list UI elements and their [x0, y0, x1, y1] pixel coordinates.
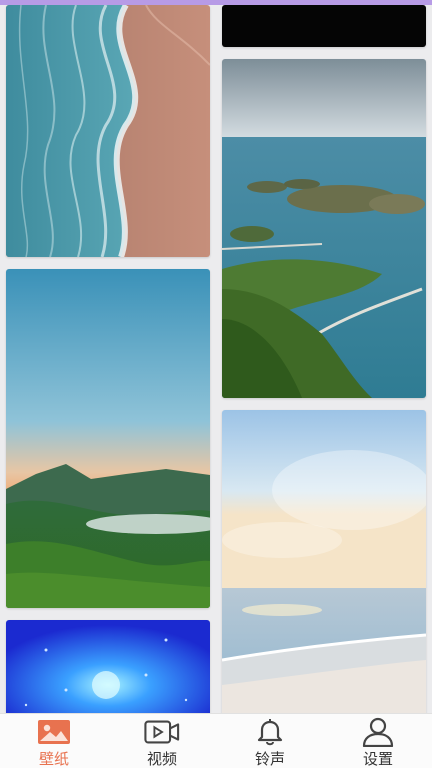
wallpaper-app: 壁纸 视频 铃声 设置 — [0, 0, 432, 768]
tab-ringtone[interactable]: 铃声 — [216, 714, 324, 768]
tab-video-label: 视频 — [146, 750, 177, 768]
tab-settings-label: 设置 — [362, 750, 393, 768]
wallpaper-card-mountain[interactable] — [6, 269, 210, 608]
beach-wallpaper-image — [6, 5, 210, 257]
tab-ringtone-label: 铃声 — [254, 750, 285, 768]
bell-icon — [252, 717, 288, 747]
tab-video[interactable]: 视频 — [108, 714, 216, 768]
bottom-tab-bar: 壁纸 视频 铃声 设置 — [0, 713, 432, 768]
tab-wallpaper[interactable]: 壁纸 — [0, 714, 108, 768]
particles-wallpaper-image — [6, 620, 210, 713]
image-icon — [36, 717, 72, 747]
mountain-wallpaper-image — [6, 269, 210, 608]
wallpaper-card-beach[interactable] — [6, 5, 210, 257]
seashore-wallpaper-image — [222, 410, 426, 713]
tab-settings[interactable]: 设置 — [324, 714, 432, 768]
wallpaper-feed[interactable] — [0, 5, 432, 713]
wallpaper-card-black[interactable] — [222, 5, 426, 47]
islands-wallpaper-image — [222, 59, 426, 398]
wallpaper-card-particles[interactable] — [6, 620, 210, 713]
wallpaper-card-seashore[interactable] — [222, 410, 426, 713]
video-icon — [144, 717, 180, 747]
user-icon — [360, 717, 396, 747]
tab-wallpaper-label: 壁纸 — [38, 750, 69, 768]
wallpaper-card-islands[interactable] — [222, 59, 426, 398]
